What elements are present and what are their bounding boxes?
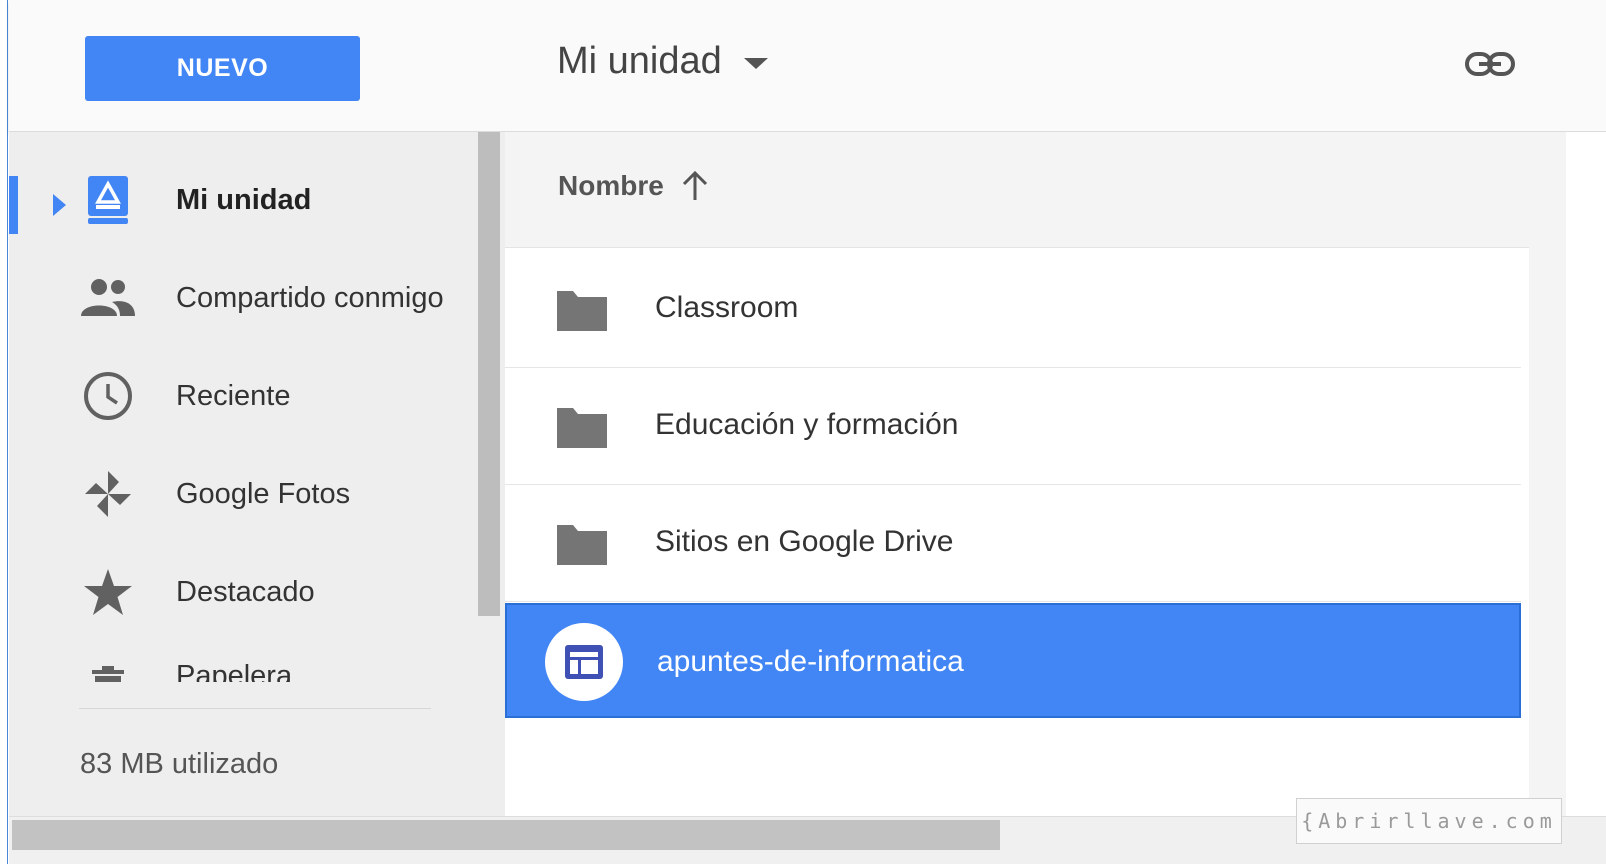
sidebar-item-label: Compartido conmigo	[176, 281, 444, 314]
window-frame	[0, 0, 8, 864]
folder-icon	[557, 408, 607, 448]
new-button[interactable]: NUEVO	[85, 36, 360, 101]
people-icon	[80, 270, 136, 326]
sidebar-divider	[79, 708, 431, 709]
trash-icon	[80, 658, 136, 682]
file-name: Educación y formación	[655, 408, 959, 441]
file-name: Classroom	[655, 291, 799, 324]
file-row-apuntes[interactable]: apuntes-de-informatica	[505, 603, 1521, 718]
sidebar-item-label: Mi unidad	[176, 183, 312, 216]
star-icon	[80, 564, 136, 620]
sidebar-item-reciente[interactable]: Reciente	[9, 366, 479, 426]
sidebar-item-google-fotos[interactable]: Google Fotos	[9, 464, 479, 524]
clock-icon	[80, 368, 136, 424]
file-name: apuntes-de-informatica	[657, 645, 964, 678]
folder-icon	[557, 291, 607, 331]
sidebar: Mi unidad Compartido conmigo Reciente Go…	[9, 132, 505, 816]
sidebar-item-label: Papelera	[176, 660, 293, 682]
sidebar-item-label: Reciente	[176, 379, 291, 412]
storage-usage: 83 MB utilizado	[80, 748, 279, 780]
arrow-up-icon	[682, 170, 707, 200]
top-bar: NUEVO Mi unidad	[9, 0, 1606, 132]
file-row-sitios[interactable]: Sitios en Google Drive	[505, 485, 1521, 602]
google-sites-icon	[545, 623, 623, 701]
sidebar-item-label: Google Fotos	[176, 477, 351, 510]
horizontal-scrollbar-thumb[interactable]	[12, 820, 1000, 850]
column-name-label: Nombre	[558, 170, 664, 201]
sidebar-item-label: Destacado	[176, 575, 315, 608]
caret-down-icon	[743, 58, 768, 69]
link-icon[interactable]	[1464, 42, 1516, 86]
file-list: Nombre Classroom Educación y formación S…	[505, 132, 1529, 816]
location-dropdown[interactable]: Mi unidad	[557, 40, 768, 83]
file-row-classroom[interactable]: Classroom	[505, 251, 1521, 368]
sidebar-item-destacado[interactable]: Destacado	[9, 562, 479, 622]
sidebar-item-papelera[interactable]: Papelera	[9, 648, 479, 682]
photos-pinwheel-icon	[80, 466, 136, 522]
sidebar-item-mi-unidad[interactable]: Mi unidad	[9, 170, 479, 230]
sort-by-name-button[interactable]: Nombre	[558, 170, 710, 202]
drive-icon	[80, 172, 136, 228]
folder-icon	[557, 525, 607, 565]
sidebar-item-compartido[interactable]: Compartido conmigo	[9, 268, 479, 328]
window-edge	[1566, 132, 1606, 816]
file-row-educacion[interactable]: Educación y formación	[505, 368, 1521, 485]
watermark: {Abrirllave.com	[1296, 798, 1562, 844]
file-list-header: Nombre	[505, 132, 1529, 248]
sidebar-scrollbar[interactable]	[478, 132, 500, 616]
location-title: Mi unidad	[557, 40, 722, 82]
file-name: Sitios en Google Drive	[655, 525, 954, 558]
list-scrollbar-track[interactable]	[1529, 132, 1566, 816]
